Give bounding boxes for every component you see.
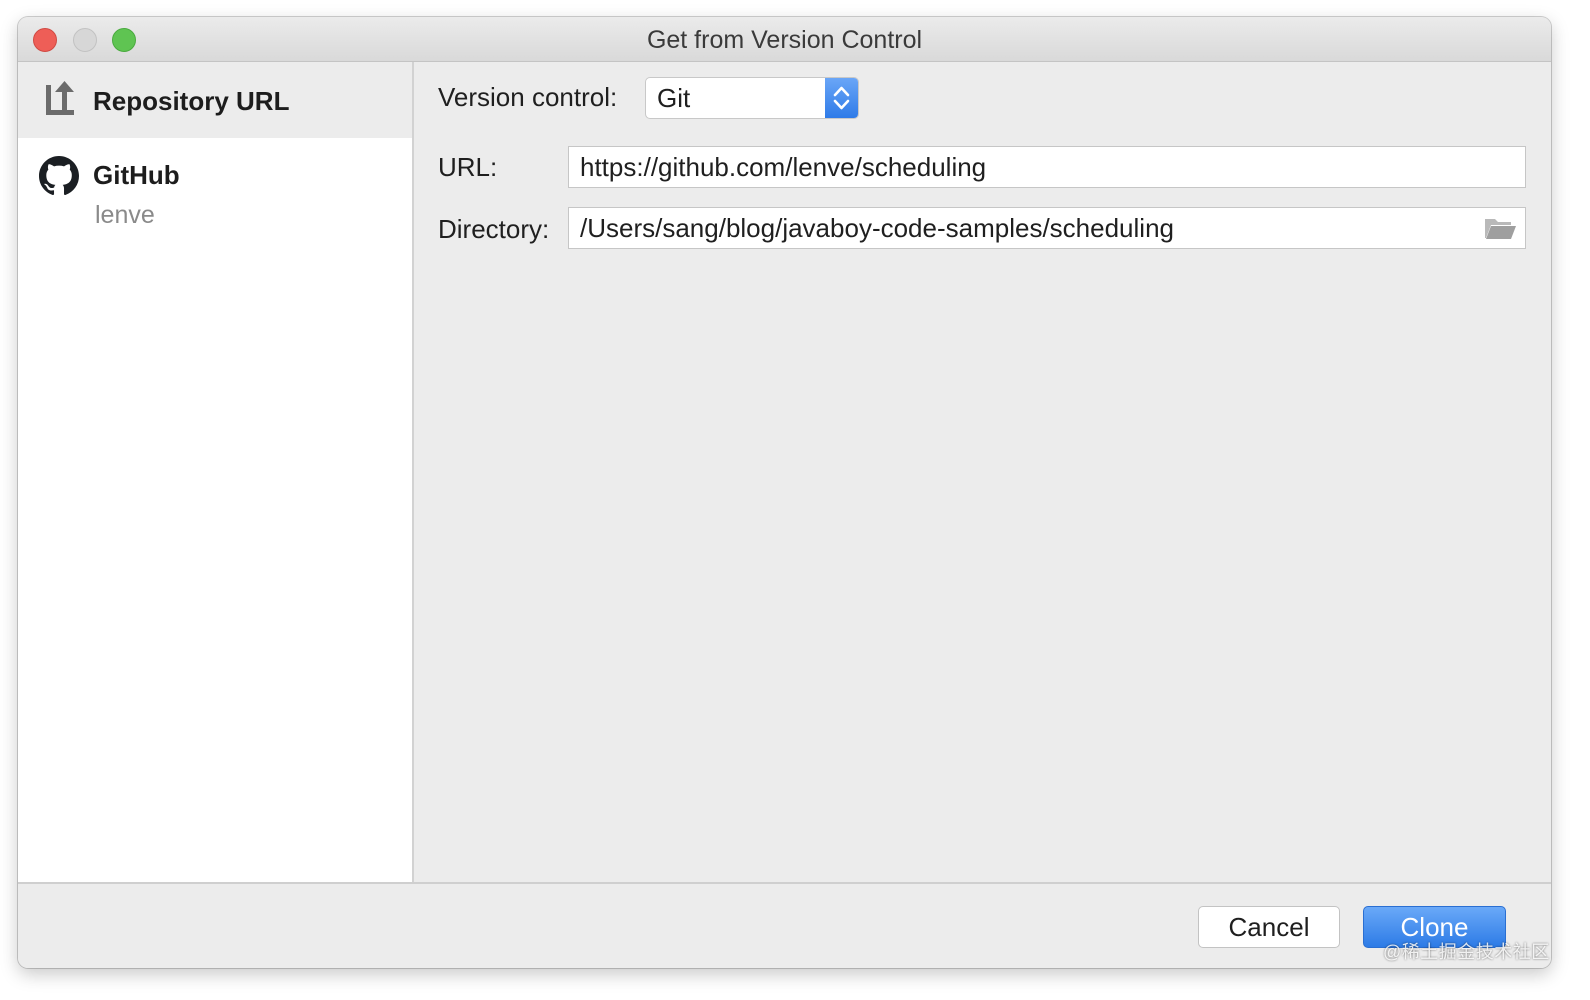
github-icon <box>39 156 79 201</box>
version-control-label: Version control: <box>438 82 618 112</box>
url-field-box <box>568 146 1526 188</box>
dialog-footer: Cancel Clone <box>18 882 1551 968</box>
sidebar-item-repository-url[interactable]: Repository URL <box>18 62 412 138</box>
title-bar[interactable]: Get from Version Control <box>18 17 1551 62</box>
version-control-select[interactable]: Git <box>645 77 859 119</box>
url-input[interactable] <box>569 147 1525 187</box>
github-account-name: lenve <box>95 201 155 229</box>
sidebar-item-label: Repository URL <box>93 86 290 116</box>
directory-field-box <box>568 207 1526 249</box>
cancel-button[interactable]: Cancel <box>1198 906 1340 948</box>
watermark-text: @稀土掘金技术社区 <box>1383 942 1550 962</box>
folder-open-icon[interactable] <box>1483 215 1517 241</box>
url-label: URL: <box>438 152 498 182</box>
repository-url-icon <box>42 80 78 125</box>
version-control-value: Git <box>657 83 691 113</box>
sidebar-item-label: GitHub <box>93 160 180 190</box>
dialog-window: Get from Version Control Repository URL … <box>18 17 1551 968</box>
directory-input[interactable] <box>569 208 1525 248</box>
sidebar-item-github[interactable]: GitHub lenve <box>18 146 412 246</box>
directory-label: Directory: <box>438 214 550 244</box>
up-down-chevron-icon <box>825 78 858 118</box>
sidebar: Repository URL GitHub lenve <box>18 62 414 882</box>
window-title: Get from Version Control <box>646 26 923 54</box>
main-form: Version control: Git URL: Directory: <box>414 62 1551 882</box>
